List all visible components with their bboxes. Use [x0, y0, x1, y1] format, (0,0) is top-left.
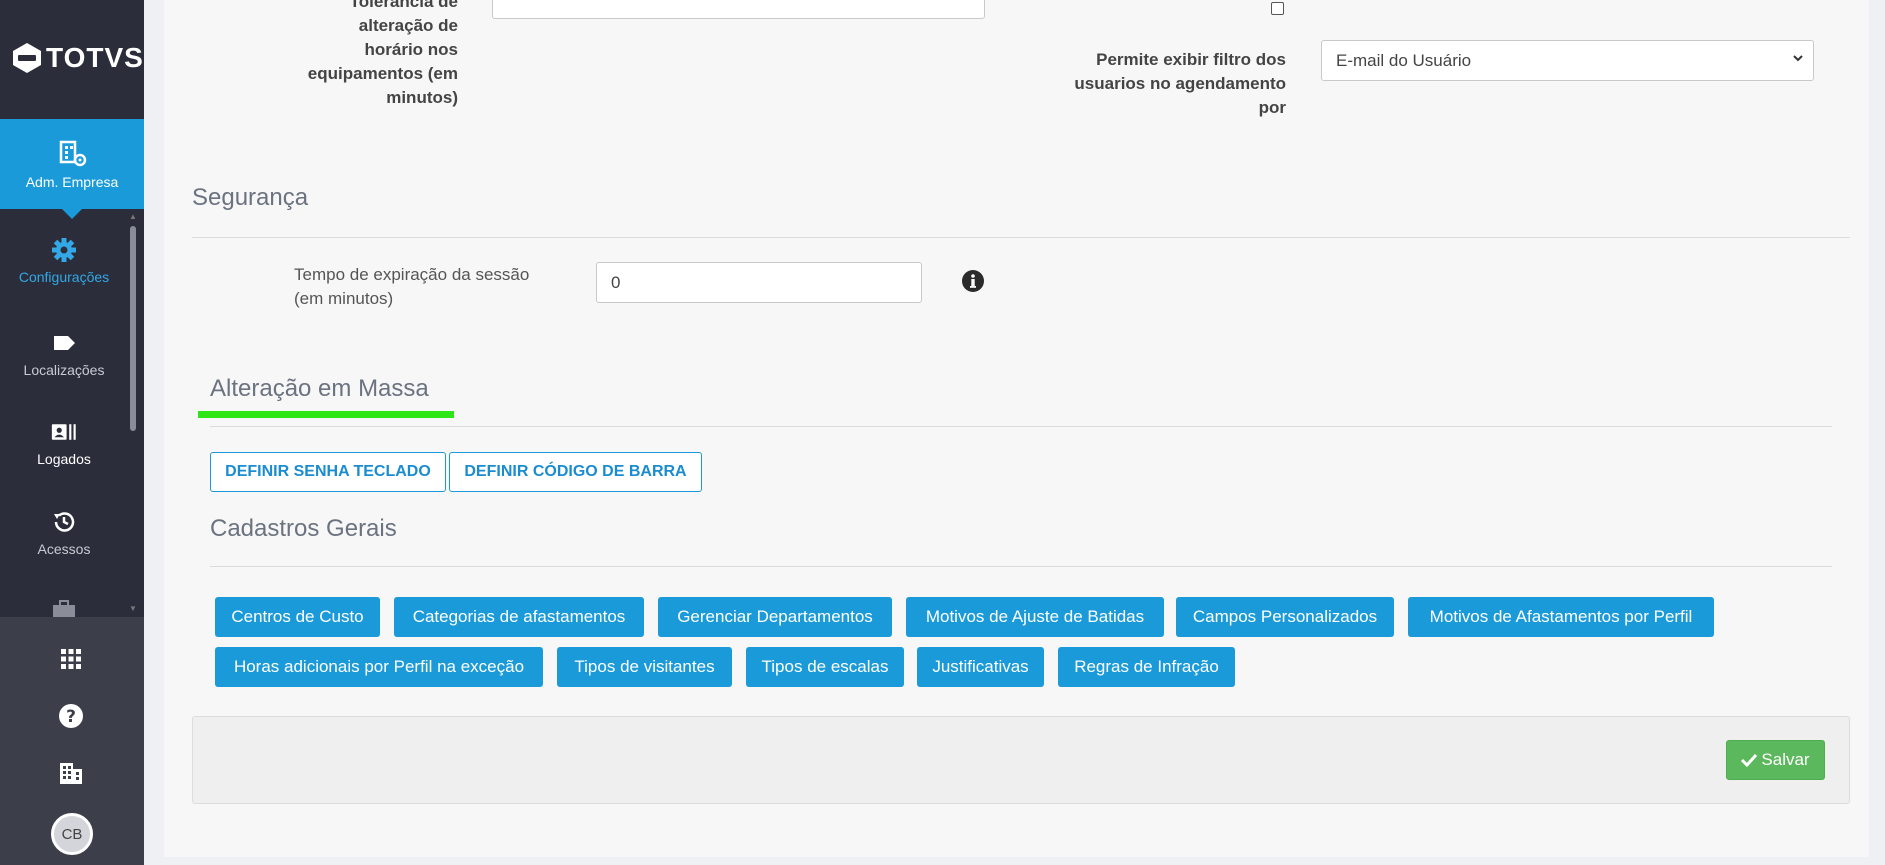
chevron-down-icon [1793, 55, 1803, 62]
sidebar-scrollbar[interactable] [130, 226, 136, 431]
id-card-icon [51, 424, 76, 440]
label-line: Tolerância de [349, 0, 458, 11]
check-icon [1741, 753, 1758, 767]
label-line: (em minutos) [294, 289, 394, 308]
tolerance-input[interactable] [492, 0, 985, 19]
divider [210, 426, 1832, 427]
green-highlight-underline [198, 411, 454, 418]
help-icon[interactable]: ? [58, 703, 84, 729]
sidebar-item-label: Configurações [18, 269, 110, 285]
sidebar-item-logados[interactable]: Logados [0, 419, 128, 509]
filter-select-value: E-mail do Usuário [1336, 50, 1472, 70]
sidebar-item-localizacoes[interactable]: Localizações [0, 330, 128, 420]
label-line: equipamentos (em [307, 64, 458, 83]
checkbox[interactable] [1271, 2, 1284, 15]
svg-text:?: ? [66, 707, 76, 727]
divider [210, 566, 1832, 567]
apps-grid-icon[interactable] [58, 646, 84, 672]
visitor-types-button[interactable]: Tipos de visitantes [557, 647, 732, 687]
form-footer [192, 716, 1850, 804]
define-keyboard-password-button[interactable]: DEFINIR SENHA TECLADO [210, 452, 446, 492]
label-line: horário nos [364, 40, 458, 59]
sidebar-item-adm-empresa[interactable]: Adm. Empresa [0, 119, 144, 219]
section-title-alteracao-em-massa: Alteração em Massa [210, 375, 429, 402]
filter-select[interactable]: E-mail do Usuário [1321, 40, 1814, 81]
session-timeout-label: Tempo de expiração da sessão (em minutos… [294, 263, 529, 311]
leave-categories-button[interactable]: Categorias de afastamentos [394, 597, 644, 637]
label-line: usuarios no agendamento [1074, 74, 1286, 93]
label-line: alteração de [358, 16, 458, 35]
manage-departments-button[interactable]: Gerenciar Departamentos [658, 597, 892, 637]
punch-adjustment-reasons-button[interactable]: Motivos de Ajuste de Batidas [906, 597, 1164, 637]
justifications-button[interactable]: Justificativas [917, 647, 1044, 687]
sidebar-item-label: Adm. Empresa [25, 174, 119, 190]
section-title-cadastros-gerais: Cadastros Gerais [210, 515, 397, 542]
custom-fields-button[interactable]: Campos Personalizados [1176, 597, 1394, 637]
section-title-seguranca: Segurança [192, 184, 309, 211]
avatar[interactable]: CB [51, 813, 93, 855]
save-button-label: Salvar [1761, 750, 1810, 769]
schedule-types-button[interactable]: Tipos de escalas [746, 647, 904, 687]
totvs-logo-icon [13, 43, 41, 73]
tolerance-label: Tolerância de alteração de horário nos e… [258, 0, 458, 110]
define-barcode-button[interactable]: DEFINIR CÓDIGO DE BARRA [449, 452, 702, 492]
sidebar-item-label: Localizações [23, 362, 105, 378]
leave-reasons-by-profile-button[interactable]: Motivos de Afastamentos por Perfil [1408, 597, 1714, 637]
sidebar-item-label: Logados [37, 451, 91, 467]
sidebar-item-acessos[interactable]: Acessos [0, 509, 128, 599]
info-icon[interactable] [962, 270, 984, 292]
infraction-rules-button[interactable]: Regras de Infração [1058, 647, 1235, 687]
tag-icon [54, 336, 75, 350]
briefcase-icon[interactable] [52, 600, 76, 617]
label-line: por [1258, 98, 1286, 117]
history-icon [54, 512, 75, 532]
sidebar-item-label: Acessos [37, 541, 91, 557]
sidebar: TOTVS Adm. Empresa Configurações Localiz… [0, 0, 144, 865]
building-icon[interactable] [58, 760, 84, 786]
additional-hours-by-profile-button[interactable]: Horas adicionais por Perfil na exceção [215, 647, 543, 687]
company-admin-icon [59, 140, 87, 167]
divider [192, 237, 1850, 238]
filter-label: Permite exibir filtro dos usuarios no ag… [1036, 48, 1286, 120]
session-timeout-input[interactable]: 0 [596, 262, 922, 303]
label-line: Tempo de expiração da sessão [294, 265, 530, 284]
totvs-logo[interactable]: TOTVS [12, 40, 144, 76]
scroll-up-arrow[interactable]: ▲ [128, 212, 138, 222]
save-button[interactable]: Salvar [1726, 740, 1825, 780]
session-timeout-value: 0 [611, 272, 621, 292]
scroll-down-arrow[interactable]: ▼ [128, 604, 138, 614]
cost-centers-button[interactable]: Centros de Custo [215, 597, 380, 637]
gear-icon [52, 238, 76, 262]
label-line: minutos) [386, 88, 458, 107]
sidebar-item-configuracoes[interactable]: Configurações [0, 237, 128, 327]
label-line: Permite exibir filtro dos [1096, 50, 1286, 69]
logo-text: TOTVS [46, 42, 144, 73]
